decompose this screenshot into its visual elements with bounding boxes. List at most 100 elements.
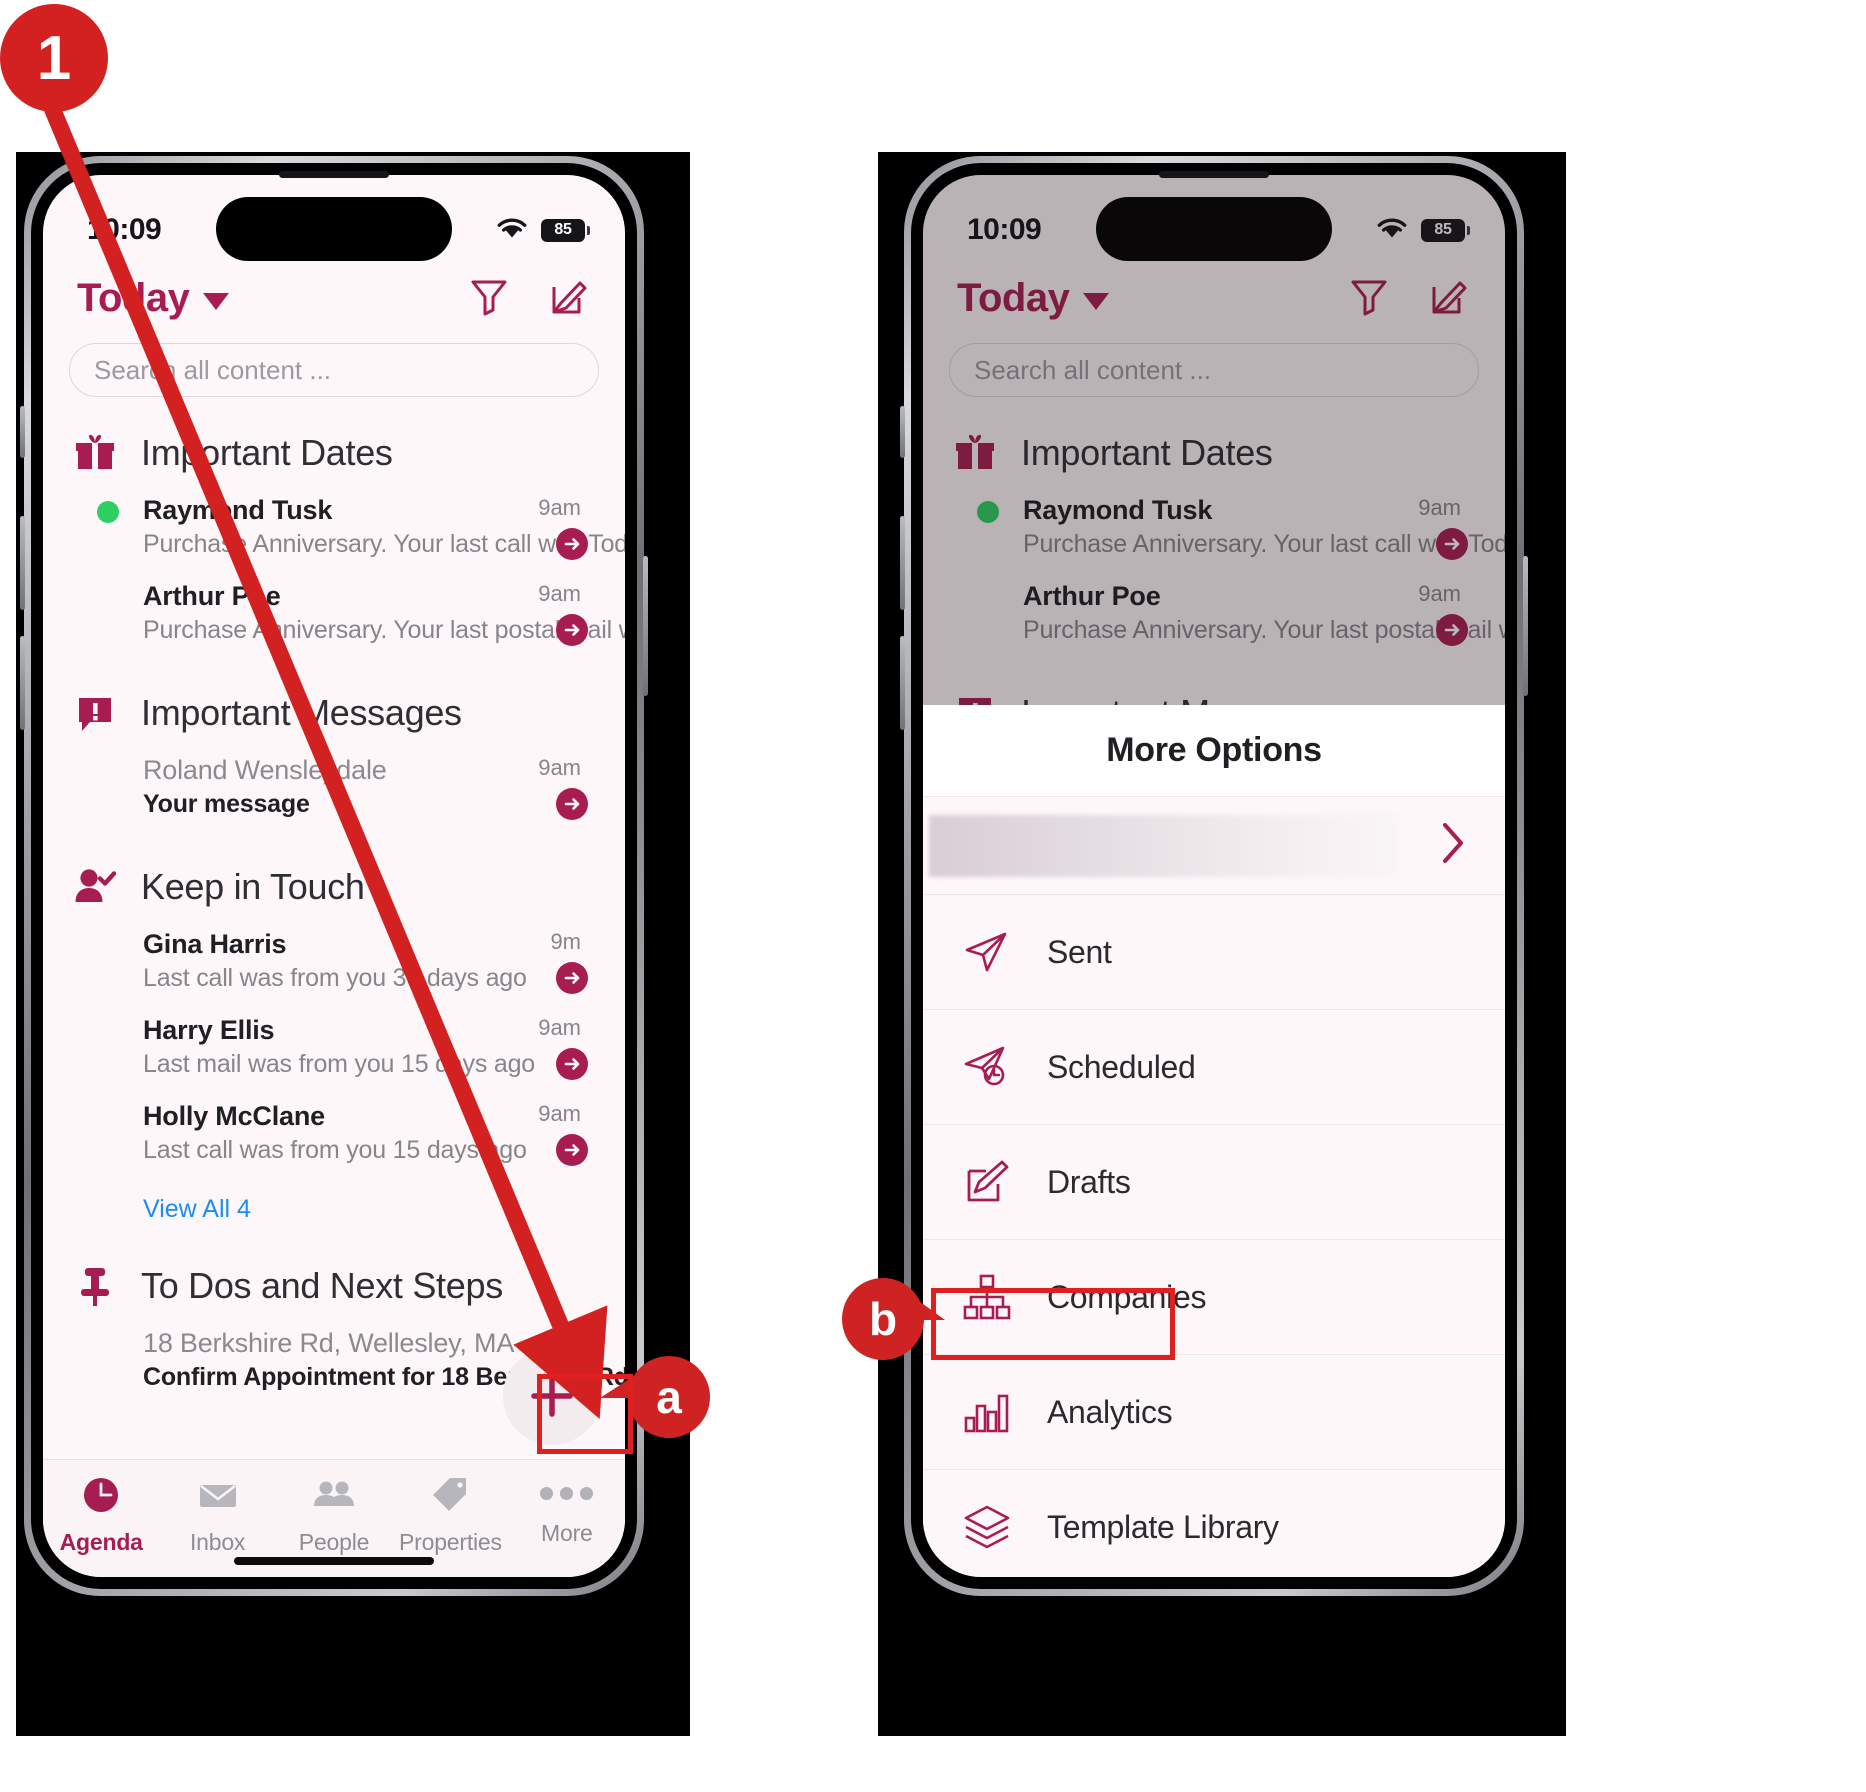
section-header-important-dates: Important Dates xyxy=(43,401,625,489)
paper-plane-icon xyxy=(961,926,1013,978)
volume-down-button[interactable] xyxy=(20,636,25,730)
chevron-right-icon xyxy=(1435,817,1471,874)
section-header-keep-in-touch: Keep in Touch xyxy=(43,835,625,923)
status-dot xyxy=(97,501,119,523)
title-dropdown[interactable]: Today xyxy=(77,275,230,321)
agenda-row[interactable]: Holly McClane Last call was from you 15 … xyxy=(43,1095,625,1181)
menu-label: Scheduled xyxy=(1047,1048,1196,1085)
menu-item-companies[interactable]: Companies xyxy=(923,1240,1505,1355)
row-time: 9m xyxy=(550,929,581,954)
volume-up-button[interactable] xyxy=(900,516,905,610)
pin-icon xyxy=(69,1260,121,1312)
page-title: Today xyxy=(77,275,190,320)
gift-icon xyxy=(69,427,121,479)
menu-item-template-library[interactable]: Template Library xyxy=(923,1470,1505,1577)
section-title: Keep in Touch xyxy=(141,866,365,907)
silent-switch[interactable] xyxy=(900,406,905,458)
layers-icon xyxy=(961,1501,1013,1553)
alert-message-icon xyxy=(69,687,121,739)
section-title: Important Dates xyxy=(141,432,393,473)
add-button[interactable] xyxy=(503,1347,601,1445)
tab-more[interactable]: More xyxy=(509,1474,625,1547)
row-name: 18 Berkshire Rd, Wellesley, MA xyxy=(143,1328,515,1358)
wifi-icon xyxy=(495,215,529,245)
compose-square-icon xyxy=(961,1156,1013,1208)
tab-label: More xyxy=(541,1520,593,1546)
volume-up-button[interactable] xyxy=(20,516,25,610)
row-time: 9am xyxy=(538,581,581,606)
tab-inbox[interactable]: Inbox xyxy=(159,1474,275,1556)
row-name: Raymond Tusk xyxy=(143,495,333,525)
silent-switch[interactable] xyxy=(20,406,25,458)
org-chart-icon xyxy=(961,1271,1013,1323)
agenda-row[interactable]: Raymond Tusk Purchase Anniversary. Your … xyxy=(43,489,625,575)
row-name: Roland Wensleydale xyxy=(143,755,387,785)
phone-bezel-left: 10:09 85 Today Search all content ... Im… xyxy=(31,163,637,1589)
section-header-to-dos: To Dos and Next Steps xyxy=(43,1234,625,1322)
phone-screen-left: 10:09 85 Today Search all content ... Im… xyxy=(43,175,625,1577)
page-margin-bottom xyxy=(0,1736,1866,1792)
menu-label: Companies xyxy=(1047,1278,1207,1315)
row-subtitle: Your message xyxy=(143,790,310,818)
agenda-row[interactable]: Gina Harris Last call was from you 39 da… xyxy=(43,923,625,1009)
phone-bezel-right: 10:09 85 Today Search all content ... Im… xyxy=(911,163,1517,1589)
search-placeholder: Search all content ... xyxy=(94,354,332,385)
screenshot-stage: 10:09 85 Today Search all content ... Im… xyxy=(0,0,1866,1792)
search-input[interactable]: Search all content ... xyxy=(69,343,599,397)
more-options-sheet: More Options Sent Scheduled Drafts Compa… xyxy=(923,705,1505,1577)
menu-item-drafts[interactable]: Drafts xyxy=(923,1125,1505,1240)
section-title: To Dos and Next Steps xyxy=(141,1265,503,1306)
tab-properties[interactable]: Properties xyxy=(392,1474,508,1556)
dynamic-island xyxy=(216,197,452,261)
agenda-row[interactable]: Arthur Poe Purchase Anniversary. Your la… xyxy=(43,575,625,661)
phone-mockup-left: 10:09 85 Today Search all content ... Im… xyxy=(20,156,648,1596)
sheet-header: More Options xyxy=(923,705,1505,797)
redacted-account-name xyxy=(929,815,1399,877)
phone-screen-right: 10:09 85 Today Search all content ... Im… xyxy=(923,175,1505,1577)
compose-icon[interactable] xyxy=(547,274,591,323)
battery-icon: 85 xyxy=(541,218,590,242)
tab-people[interactable]: People xyxy=(276,1474,392,1556)
envelope-icon xyxy=(197,1474,239,1521)
menu-item-analytics[interactable]: Analytics xyxy=(923,1355,1505,1470)
agenda-row[interactable]: Roland Wensleydale Your message 9am xyxy=(43,749,625,835)
page-margin-right xyxy=(1566,0,1866,1792)
row-time: 9am xyxy=(538,1101,581,1126)
filter-icon[interactable] xyxy=(467,274,511,323)
paper-plane-clock-icon xyxy=(961,1041,1013,1093)
power-button[interactable] xyxy=(1523,556,1528,696)
volume-down-button[interactable] xyxy=(900,636,905,730)
power-button[interactable] xyxy=(643,556,648,696)
people-icon xyxy=(313,1474,355,1521)
tab-label: People xyxy=(298,1529,370,1555)
menu-item-sent[interactable]: Sent xyxy=(923,895,1505,1010)
agenda-row[interactable]: Harry Ellis Last mail was from you 15 da… xyxy=(43,1009,625,1095)
tag-icon xyxy=(429,1474,471,1521)
tab-agenda[interactable]: Agenda xyxy=(43,1474,159,1556)
page-margin-left xyxy=(0,0,16,1792)
go-arrow-icon[interactable] xyxy=(555,1047,589,1086)
menu-label: Analytics xyxy=(1047,1393,1173,1430)
row-subtitle: Last call was from you 15 days ago xyxy=(143,1136,527,1164)
section-header-important-messages: Important Messages xyxy=(43,661,625,749)
go-arrow-icon[interactable] xyxy=(555,787,589,826)
tab-label: Inbox xyxy=(189,1529,246,1555)
go-arrow-icon[interactable] xyxy=(555,527,589,566)
row-name: Holly McClane xyxy=(143,1101,325,1131)
go-arrow-icon[interactable] xyxy=(555,1133,589,1172)
earpiece-speaker xyxy=(279,171,389,178)
menu-item-scheduled[interactable]: Scheduled xyxy=(923,1010,1505,1125)
page-margin-middle xyxy=(690,0,878,1792)
person-check-icon xyxy=(69,861,121,913)
home-indicator xyxy=(234,1557,434,1565)
account-row[interactable] xyxy=(923,797,1505,895)
phone-mockup-right: 10:09 85 Today Search all content ... Im… xyxy=(900,156,1528,1596)
app-header: Today xyxy=(43,263,625,333)
menu-label: Drafts xyxy=(1047,1163,1131,1200)
sheet-title: More Options xyxy=(1106,731,1322,769)
view-all-link[interactable]: View All 4 xyxy=(43,1181,625,1234)
go-arrow-icon[interactable] xyxy=(555,961,589,1000)
go-arrow-icon[interactable] xyxy=(555,613,589,652)
menu-label: Sent xyxy=(1047,933,1112,970)
row-subtitle: Purchase Anniversary. Your last call was… xyxy=(143,530,625,558)
